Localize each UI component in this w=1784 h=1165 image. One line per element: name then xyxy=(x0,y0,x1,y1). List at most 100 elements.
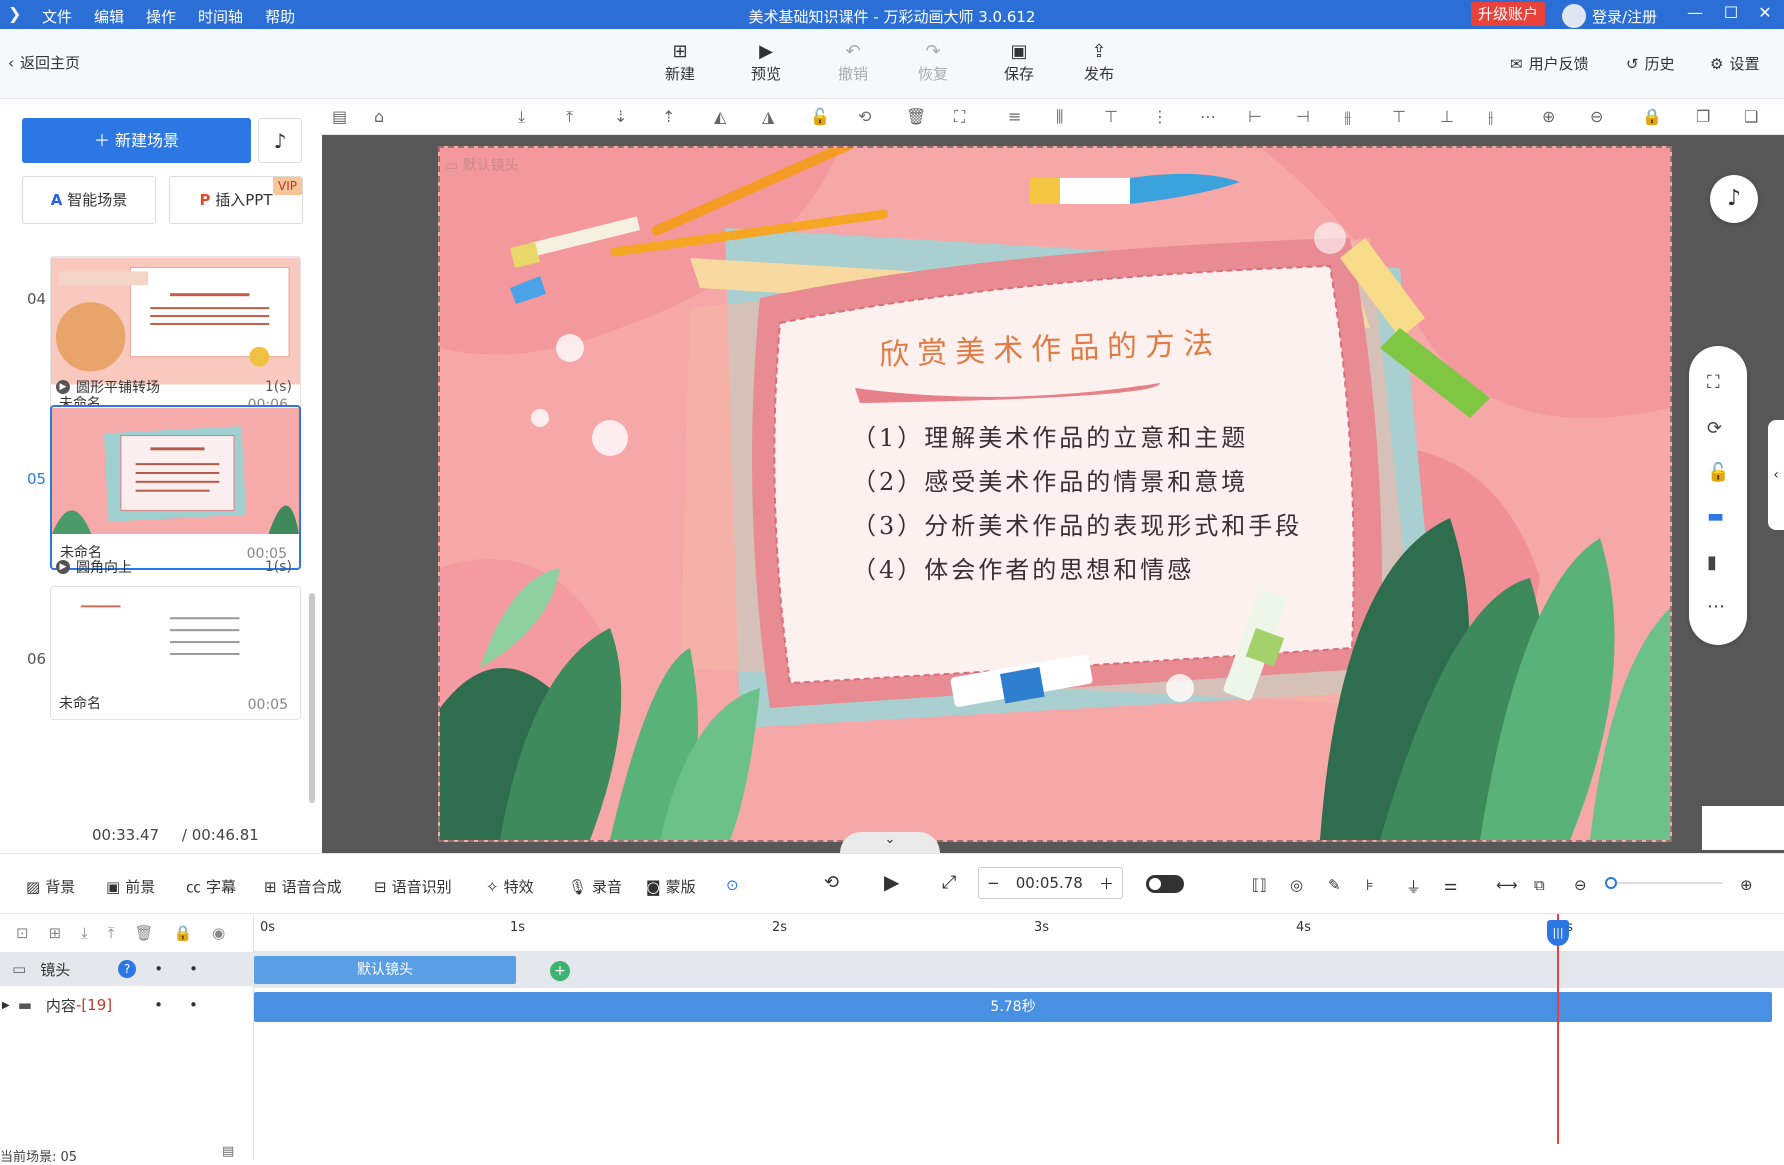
lock-icon[interactable]: 🔓 xyxy=(810,107,830,126)
align-bottom-icon[interactable]: ⊥ xyxy=(1440,107,1454,126)
fit-width-icon[interactable]: ⟷ xyxy=(1496,876,1518,894)
distribute-v-icon[interactable]: ⋯ xyxy=(1200,107,1216,126)
smart-scene-button[interactable]: A 智能场景 xyxy=(22,176,156,224)
content-clip[interactable]: 5.78秒 xyxy=(254,992,1772,1022)
close-icon[interactable]: ✕ xyxy=(1750,3,1780,22)
delete-icon[interactable]: 🗑 xyxy=(134,924,153,942)
align-left-icon[interactable]: ⊢ xyxy=(1248,107,1262,126)
align-top-icon[interactable]: ⊤ xyxy=(1104,107,1118,126)
move-up-icon[interactable]: ⤒ xyxy=(108,924,115,942)
lock-icon[interactable]: 🔒 xyxy=(173,924,192,942)
effects-button[interactable]: ✧ 特效 xyxy=(486,876,534,897)
align-icon[interactable]: ⊧ xyxy=(1366,876,1374,894)
move-to-top-icon[interactable]: ⤒ xyxy=(566,107,573,127)
align-middle-icon[interactable]: ⫼ xyxy=(1056,107,1063,127)
asr-button[interactable]: ⊟ 语音识别 xyxy=(374,876,452,897)
eye-icon[interactable]: ◉ xyxy=(212,924,225,942)
fullscreen-icon[interactable]: ⤢ xyxy=(942,872,956,893)
align-hcenter-icon[interactable]: ⫵ xyxy=(1344,107,1351,127)
rotate-device-icon[interactable]: ⟳ xyxy=(1707,418,1722,439)
lock-icon[interactable]: 🔓 xyxy=(1707,462,1729,483)
preview-button[interactable]: ▶ 预览 xyxy=(738,41,794,84)
music-note-icon[interactable]: ♪ xyxy=(1710,175,1758,223)
align-center-icon[interactable]: ≡ xyxy=(1008,107,1021,126)
scene-transition[interactable]: ▶ 圆角向上 1(s) xyxy=(56,557,292,577)
zoom-in-icon[interactable]: ⊕ xyxy=(1542,107,1555,126)
flip-vertical-icon[interactable]: ◮ xyxy=(762,107,774,126)
more-tools-icon[interactable]: ⊙ xyxy=(726,876,739,894)
mask-button[interactable]: ◙ 蒙版 xyxy=(646,876,696,897)
zoom-out-icon[interactable]: ⊖ xyxy=(1574,876,1587,894)
chevron-down-icon[interactable]: ⌄ xyxy=(840,832,940,853)
expand-icon[interactable]: ▶ xyxy=(2,1000,10,1011)
toggle-switch[interactable] xyxy=(1146,875,1184,893)
content-track-header[interactable]: ▶ ▬ 内容 -[19] • • xyxy=(0,988,254,1022)
collapse-right-panel-icon[interactable]: ‹ xyxy=(1768,420,1784,530)
add-track-icon[interactable]: ⊞ xyxy=(49,924,62,942)
slide-body[interactable]: （1）理解美术作品的立意和主题 （2）感受美术作品的情景和意境 （3）分析美术作… xyxy=(852,416,1302,592)
time-stepper[interactable]: − 00:05.78 ＋ xyxy=(978,867,1123,899)
scene-transition[interactable]: ▶ 圆形平铺转场 1(s) xyxy=(56,377,292,397)
minimize-icon[interactable]: — xyxy=(1680,3,1710,22)
scene-list-scrollbar[interactable] xyxy=(309,593,315,803)
move-down-icon[interactable]: ⤓ xyxy=(81,924,88,942)
scene-card-06[interactable]: 未命名 00:05 xyxy=(50,586,301,720)
align-vcenter-icon[interactable]: ⫲ xyxy=(1488,107,1493,127)
add-folder-icon[interactable]: ⊡ xyxy=(16,924,29,942)
zoom-in-icon[interactable]: ⊕ xyxy=(1740,876,1753,894)
subtitle-button[interactable]: ㏄字幕 xyxy=(186,876,236,897)
undo-button[interactable]: ↶ 撤销 xyxy=(825,41,881,84)
delete-icon[interactable]: 🗑 xyxy=(906,107,926,126)
record-button[interactable]: 🎙 录音 xyxy=(568,876,622,897)
zoom-slider[interactable] xyxy=(1605,877,1723,889)
bracket-icon[interactable]: ⟦⟧ xyxy=(1252,876,1267,894)
format-painter-icon[interactable]: ▤ xyxy=(332,107,347,126)
tts-button[interactable]: ⊞ 语音合成 xyxy=(264,876,342,897)
insert-ppt-button[interactable]: P 插入PPT VIP xyxy=(169,176,303,224)
edit-icon[interactable]: ✎ xyxy=(1328,876,1341,894)
filter-icon[interactable]: ⏚ xyxy=(1406,876,1421,897)
foreground-button[interactable]: ▣ 前景 xyxy=(106,876,155,897)
add-camera-icon[interactable]: + xyxy=(550,961,570,981)
rotate-icon[interactable]: ⟲ xyxy=(858,107,871,126)
new-scene-button[interactable]: ＋ 新建场景 xyxy=(22,118,251,163)
playhead[interactable] xyxy=(1557,914,1559,1144)
home-icon[interactable]: ⌂ xyxy=(374,107,384,126)
play-icon[interactable]: ▶ xyxy=(884,870,899,894)
distribute-h-icon[interactable]: ⋮ xyxy=(1152,107,1168,126)
mobile-icon[interactable]: ▮ xyxy=(1707,552,1717,573)
desktop-icon[interactable]: ▬ xyxy=(1707,506,1724,527)
login-register-button[interactable]: 登录/注册 xyxy=(1562,4,1657,28)
save-button[interactable]: ▣ 保存 xyxy=(991,41,1047,84)
minimap[interactable] xyxy=(1702,806,1784,850)
adjust-icon[interactable]: ⚌ xyxy=(1444,876,1457,894)
camera-clip[interactable]: 默认镜头 xyxy=(254,956,516,984)
minus-icon[interactable]: − xyxy=(987,874,1000,892)
copy-icon[interactable]: ❐ xyxy=(1696,107,1710,126)
ratio-icon[interactable]: ⧉ xyxy=(1534,876,1545,894)
unlock-icon[interactable]: 🔒 xyxy=(1642,107,1662,126)
flip-horizontal-icon[interactable]: ◭ xyxy=(714,107,726,126)
fit-icon[interactable]: ⛶ xyxy=(954,107,965,127)
back-home-button[interactable]: ‹ 返回主页 xyxy=(8,52,80,73)
new-button[interactable]: ⊞ 新建 xyxy=(652,41,708,84)
settings-button[interactable]: ⚙ 设置 xyxy=(1710,53,1759,74)
plus-icon[interactable]: ＋ xyxy=(1099,873,1114,894)
slide-canvas[interactable]: 欣赏美术作品的方法 （1）理解美术作品的立意和主题 （2）感受美术作品的情景和意… xyxy=(438,146,1672,842)
move-to-bottom-icon[interactable]: ⤓ xyxy=(518,107,525,127)
help-icon[interactable]: ? xyxy=(118,960,137,978)
align-right-icon[interactable]: ⊣ xyxy=(1296,107,1310,126)
move-up-icon[interactable]: ⇡ xyxy=(662,107,675,126)
music-note-icon[interactable]: ♪ xyxy=(258,118,302,163)
playhead-handle[interactable]: ||| xyxy=(1547,920,1569,946)
feedback-button[interactable]: ✉ 用户反馈 xyxy=(1510,53,1589,74)
background-button[interactable]: ▨ 背景 xyxy=(26,876,75,897)
redo-button[interactable]: ↷ 恢复 xyxy=(905,41,961,84)
scene-card-05[interactable]: 未命名 00:05 xyxy=(50,405,301,570)
maximize-icon[interactable]: ☐ xyxy=(1716,3,1746,22)
history-button[interactable]: ↺ 历史 xyxy=(1626,53,1675,74)
more-icon[interactable]: ⋯ xyxy=(1707,596,1725,617)
time-value[interactable]: 00:05.78 xyxy=(1016,874,1083,892)
move-down-icon[interactable]: ⇣ xyxy=(614,107,627,126)
zoom-out-icon[interactable]: ⊖ xyxy=(1590,107,1603,126)
